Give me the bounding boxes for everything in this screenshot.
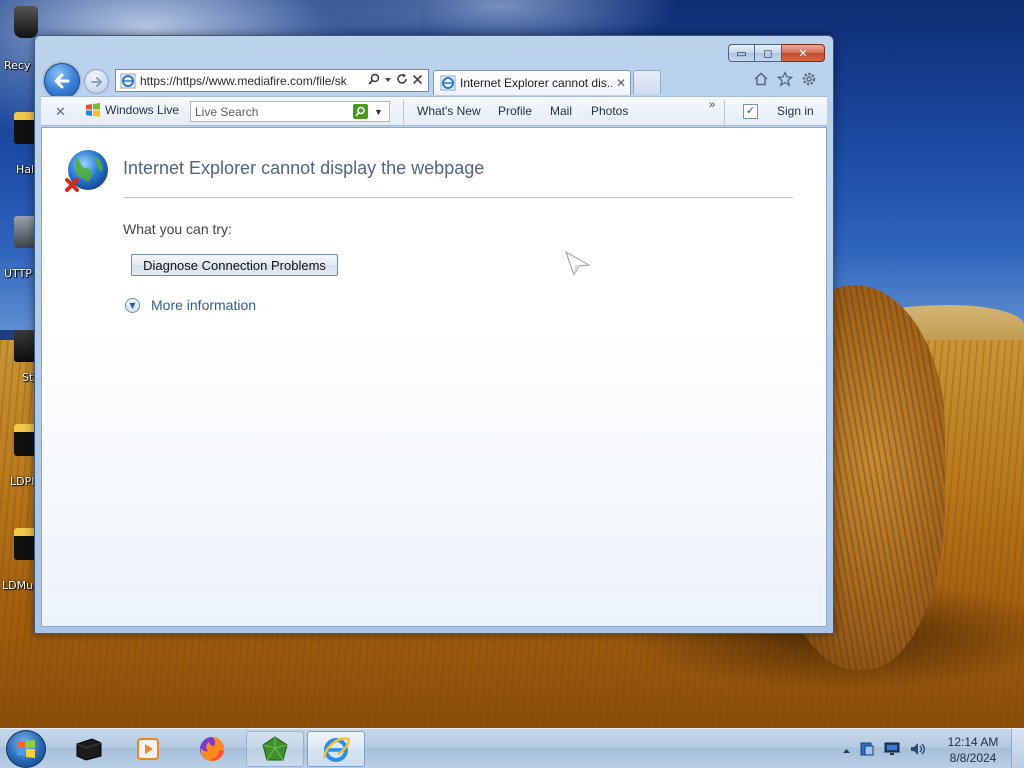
tab-close-icon[interactable]: ✕: [616, 76, 626, 90]
system-tray: [842, 741, 927, 760]
mouse-cursor-icon: [565, 251, 591, 277]
favorites-star-icon[interactable]: [776, 70, 794, 88]
toolbar-divider: [403, 100, 404, 124]
refresh-icon[interactable]: [396, 73, 408, 88]
windows-logo-icon: [86, 103, 100, 117]
page-content: Internet Explorer cannot display the web…: [41, 127, 827, 627]
windows-live-toolbar: ✕ Windows Live Live Search ▼ What's New …: [41, 96, 827, 126]
media-player-icon: [137, 738, 159, 760]
green-gem-icon: [262, 736, 288, 761]
tray-app-icon[interactable]: [859, 741, 875, 760]
address-bar[interactable]: https://https//www.mediafire.com/file/sk: [115, 69, 429, 92]
windows-live-label: Windows Live: [105, 103, 180, 117]
forward-arrow-icon: [90, 76, 102, 87]
tab-active[interactable]: Internet Explorer cannot dis... ✕: [433, 70, 631, 95]
desktop-icons: Recy Hal UTTP St LDPl LDMu: [0, 0, 38, 640]
ie-page-icon: [440, 75, 456, 91]
sign-in-link[interactable]: Sign in: [777, 104, 814, 118]
back-button[interactable]: [44, 63, 80, 99]
taskbar-clock[interactable]: 12:14 AM 8/8/2024: [940, 734, 1006, 766]
ie-page-icon: [120, 73, 136, 88]
more-information-toggle[interactable]: ▼ More information: [125, 297, 256, 313]
close-icon: ✕: [798, 46, 808, 60]
taskbar-app-green[interactable]: [246, 731, 304, 767]
link-profile[interactable]: Profile: [498, 104, 532, 118]
taskbar: 12:14 AM 8/8/2024: [0, 728, 1024, 768]
link-whats-new[interactable]: What's New: [417, 104, 481, 118]
show-desktop-button[interactable]: [1011, 729, 1024, 768]
taskbar-app-black[interactable]: [60, 731, 118, 767]
stop-icon[interactable]: [412, 74, 423, 88]
new-tab-button[interactable]: [633, 70, 661, 94]
toolbar-divider: [724, 100, 725, 124]
search-icon[interactable]: [353, 104, 368, 119]
command-icons: [752, 70, 818, 88]
clock-date: 8/8/2024: [949, 751, 997, 765]
clock-time: 12:14 AM: [947, 735, 999, 749]
gear-icon[interactable]: [800, 70, 818, 88]
toolbar-close-icon[interactable]: ✕: [55, 104, 66, 120]
link-photos[interactable]: Photos: [591, 104, 628, 118]
windows-live-menu[interactable]: Windows Live: [85, 102, 179, 118]
taskbar-app-media-player[interactable]: [119, 731, 177, 767]
diagnose-connection-button[interactable]: Diagnose Connection Problems: [131, 254, 338, 276]
chevron-down-icon[interactable]: ▼: [374, 107, 383, 117]
window-controls: ▭ ◻ ✕: [728, 44, 825, 62]
network-icon[interactable]: [883, 741, 901, 760]
checkbox-icon[interactable]: ✓: [743, 104, 758, 119]
maximize-icon: ◻: [763, 46, 773, 60]
title-divider: [123, 197, 793, 198]
start-button[interactable]: [6, 730, 46, 768]
minimize-icon: ▭: [736, 46, 747, 60]
live-search-input[interactable]: Live Search: [195, 105, 353, 119]
address-input[interactable]: https://https//www.mediafire.com/file/sk: [140, 74, 364, 88]
back-arrow-icon: [54, 73, 70, 89]
live-search-box[interactable]: Live Search ▼: [190, 101, 390, 122]
recycle-bin-icon[interactable]: [14, 6, 38, 38]
internet-explorer-icon: [322, 737, 350, 762]
tab-title: Internet Explorer cannot dis...: [460, 76, 612, 90]
chevron-down-icon[interactable]: [384, 74, 392, 87]
tray-expand-icon[interactable]: [842, 744, 851, 758]
volume-icon[interactable]: [909, 741, 927, 760]
globe-error-icon: [65, 150, 108, 192]
chevron-down-icon: ▼: [125, 297, 140, 313]
try-label: What you can try:: [123, 221, 232, 237]
firefox-icon: [200, 737, 225, 762]
address-tools: [368, 73, 423, 88]
minimize-button[interactable]: ▭: [728, 44, 755, 62]
taskbar-app-internet-explorer[interactable]: [307, 731, 365, 767]
link-mail[interactable]: Mail: [550, 104, 572, 118]
maximize-button[interactable]: ◻: [755, 44, 782, 62]
internet-explorer-window: ▭ ◻ ✕ https://https//www.mediafire.com/f…: [34, 35, 834, 634]
page-title: Internet Explorer cannot display the web…: [123, 158, 485, 178]
home-icon[interactable]: [752, 70, 770, 88]
forward-button[interactable]: [84, 69, 109, 94]
taskbar-app-firefox[interactable]: [183, 731, 241, 767]
toolbar-overflow-icon[interactable]: »: [709, 99, 715, 111]
more-information-link[interactable]: More information: [151, 297, 256, 313]
search-icon[interactable]: [368, 73, 380, 88]
close-button[interactable]: ✕: [782, 44, 825, 62]
windows-logo-icon: [17, 740, 35, 758]
black-box-app-icon: [76, 738, 102, 761]
